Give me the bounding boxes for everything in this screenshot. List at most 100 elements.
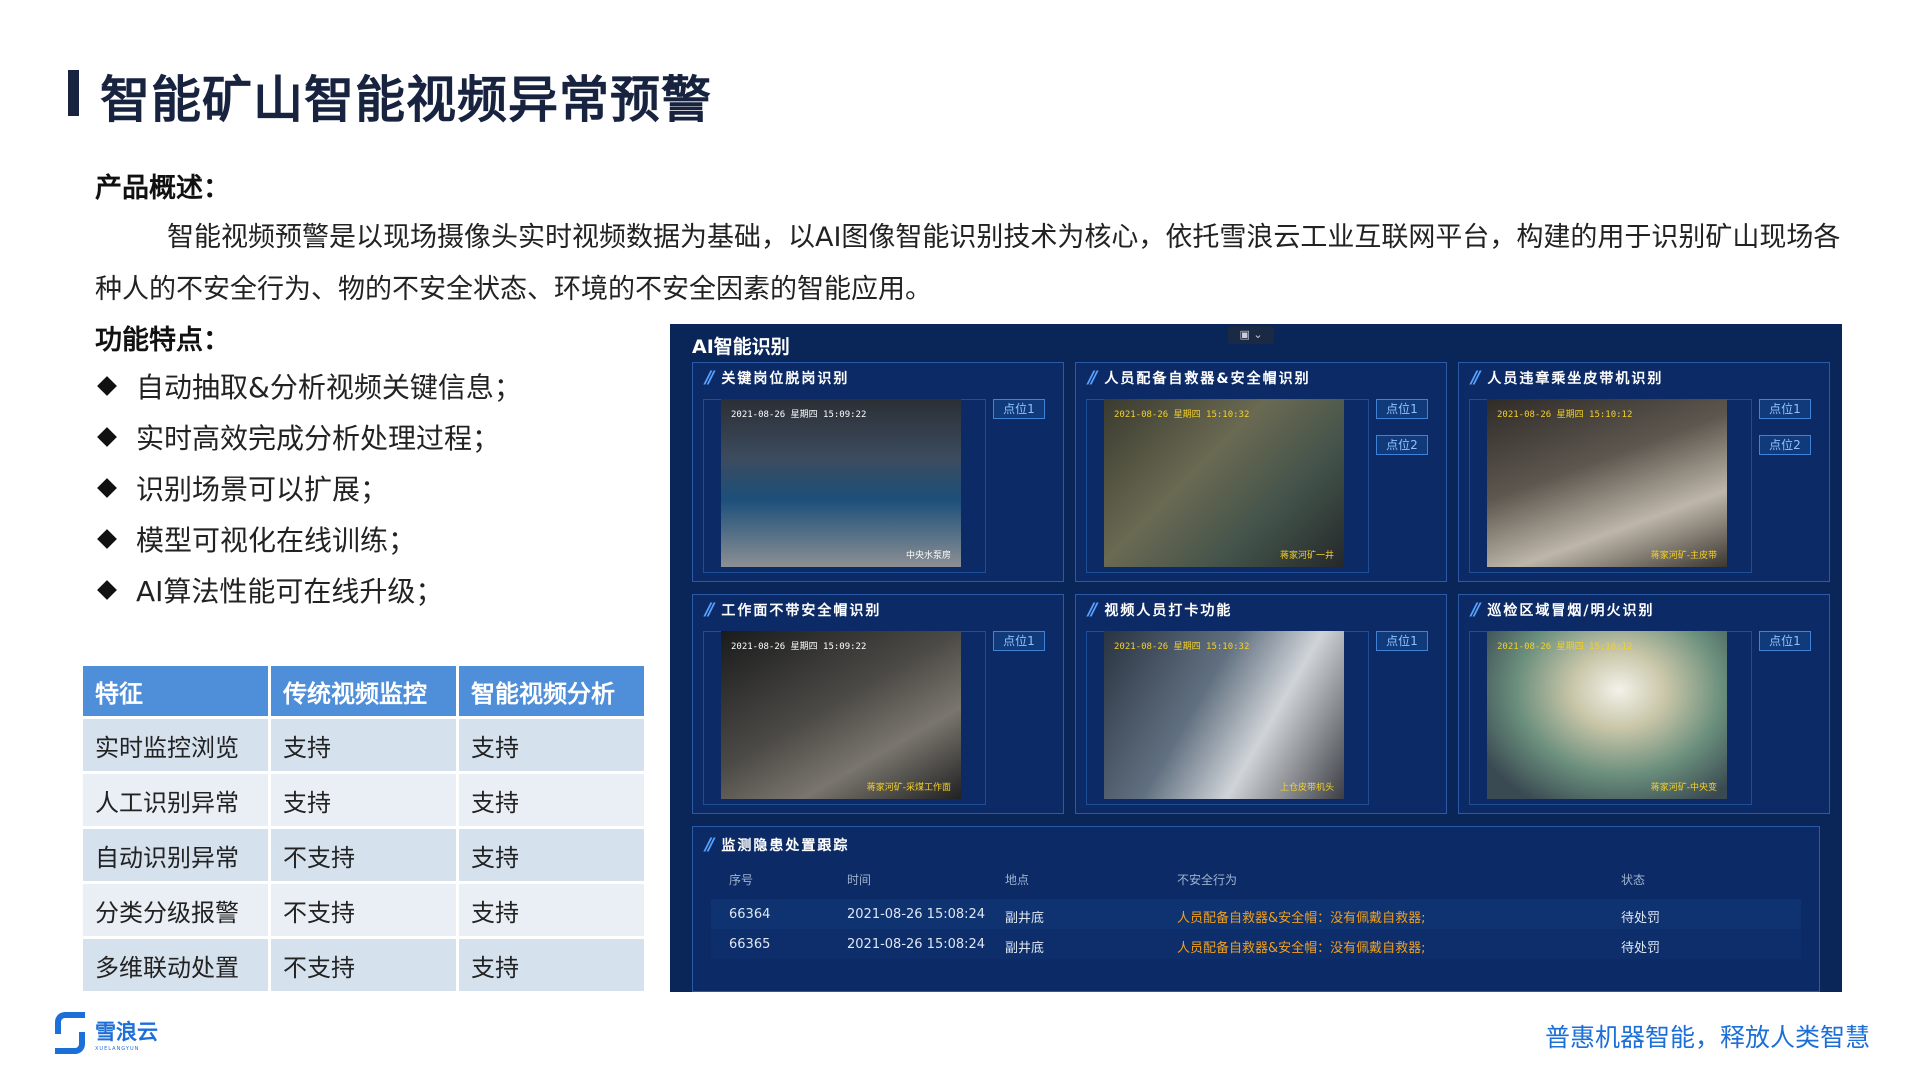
window-control-icon[interactable]: ▣ ⌄ bbox=[1228, 326, 1274, 344]
panel-title: 人员配备自救器&安全帽识别 bbox=[1104, 371, 1311, 387]
table-header-cell: 传统视频监控 bbox=[271, 666, 456, 716]
table-cell: 不支持 bbox=[271, 939, 456, 991]
feature-item: 识别场景可以扩展； bbox=[95, 462, 522, 513]
footer-slogan: 普惠机器智能，释放人类智慧 bbox=[1544, 1023, 1870, 1052]
camera-timestamp: 2021-08-26 星期四 15:10:12 bbox=[1497, 410, 1633, 420]
point-button[interactable]: 点位1 bbox=[1759, 399, 1811, 419]
dashboard-title: AI智能识别 bbox=[692, 336, 790, 358]
tracking-row[interactable]: 66365 2021-08-26 15:08:24 副井底 人员配备自救器&安全… bbox=[711, 929, 1801, 959]
title-accent-bar bbox=[68, 70, 79, 116]
diamond-bullet-icon bbox=[97, 477, 117, 498]
tracking-row[interactable]: 66364 2021-08-26 15:08:24 副井底 人员配备自救器&安全… bbox=[711, 899, 1801, 929]
logo-name: 雪浪云 bbox=[95, 1020, 158, 1044]
point-button[interactable]: 点位1 bbox=[1759, 631, 1811, 651]
row-location: 副井底 bbox=[1005, 941, 1045, 956]
hazard-tracking-panel: // 监测隐患处置跟踪 序号 时间 地点 不安全行为 状态 66364 2021… bbox=[692, 826, 1820, 992]
double-slash-icon: // bbox=[705, 600, 715, 620]
panel-header: // 视频人员打卡功能 bbox=[1076, 595, 1446, 625]
table-cell: 支持 bbox=[459, 884, 644, 936]
double-slash-icon: // bbox=[1471, 600, 1481, 620]
column-header: 序号 bbox=[729, 873, 754, 887]
table-cell: 支持 bbox=[271, 774, 456, 826]
features-heading: 功能特点： bbox=[95, 325, 230, 356]
double-slash-icon: // bbox=[1088, 368, 1098, 388]
overview-paragraph: 智能视频预警是以现场摄像头实时视频数据为基础，以AI图像智能识别技术为核心，依托… bbox=[95, 222, 1841, 305]
page-title: 智能矿山智能视频异常预警 bbox=[100, 71, 712, 129]
camera-panel: // 工作面不带安全帽识别 2021-08-26 星期四 15:09:22 蒋家… bbox=[692, 594, 1064, 814]
camera-timestamp: 2021-08-26 星期四 15:10:12 bbox=[1497, 642, 1633, 652]
row-unsafe-behavior: 人员配备自救器&安全帽：没有佩戴自救器; bbox=[1177, 941, 1426, 956]
diamond-bullet-icon bbox=[97, 375, 117, 396]
point-button[interactable]: 点位2 bbox=[1759, 435, 1811, 455]
panel-header: // 巡检区域冒烟/明火识别 bbox=[1459, 595, 1829, 625]
feature-text: 识别场景可以扩展； bbox=[136, 472, 389, 506]
diamond-bullet-icon bbox=[97, 579, 117, 600]
camera-panel: // 视频人员打卡功能 2021-08-26 星期四 15:10:32 上仓皮带… bbox=[1075, 594, 1447, 814]
point-button[interactable]: 点位2 bbox=[1376, 435, 1428, 455]
feature-text: 实时高效完成分析处理过程； bbox=[136, 421, 501, 455]
table-cell: 多维联动处置 bbox=[83, 939, 268, 991]
row-time: 2021-08-26 15:08:24 bbox=[847, 937, 986, 952]
company-logo: 雪浪云 XUELANGYUN bbox=[53, 1012, 158, 1056]
camera-feed[interactable]: 2021-08-26 星期四 15:10:32 上仓皮带机头 bbox=[1104, 631, 1344, 799]
diamond-bullet-icon bbox=[97, 426, 117, 447]
table-header-row: 特征 传统视频监控 智能视频分析 bbox=[83, 666, 644, 716]
row-unsafe-behavior: 人员配备自救器&安全帽：没有佩戴自救器; bbox=[1177, 911, 1426, 926]
comparison-table: 特征 传统视频监控 智能视频分析 实时监控浏览 支持 支持 人工识别异常 支持 … bbox=[80, 663, 647, 994]
table-row: 自动识别异常 不支持 支持 bbox=[83, 829, 644, 881]
double-slash-icon: // bbox=[1088, 600, 1098, 620]
camera-location: 蒋家河矿一井 bbox=[1279, 551, 1334, 561]
feature-item: 实时高效完成分析处理过程； bbox=[95, 411, 522, 462]
double-slash-icon: // bbox=[705, 835, 715, 855]
camera-feed[interactable]: 2021-08-26 星期四 15:10:12 蒋家河矿-中央变 bbox=[1487, 631, 1727, 799]
table-cell: 支持 bbox=[271, 719, 456, 771]
panel-header: // 监测隐患处置跟踪 bbox=[705, 835, 849, 855]
column-header: 状态 bbox=[1621, 873, 1646, 887]
table-cell: 自动识别异常 bbox=[83, 829, 268, 881]
camera-feed[interactable]: 2021-08-26 星期四 15:10:32 蒋家河矿一井 bbox=[1104, 399, 1344, 567]
point-button[interactable]: 点位1 bbox=[993, 631, 1045, 651]
logo-subtitle: XUELANGYUN bbox=[95, 1046, 140, 1052]
panel-title: 人员违章乘坐皮带机识别 bbox=[1487, 371, 1664, 387]
camera-timestamp: 2021-08-26 星期四 15:10:32 bbox=[1114, 642, 1250, 652]
column-header: 时间 bbox=[847, 873, 872, 887]
camera-feed[interactable]: 2021-08-26 星期四 15:09:22 中央水泵房 bbox=[721, 399, 961, 567]
point-button[interactable]: 点位1 bbox=[1376, 399, 1428, 419]
panel-title: 监测隐患处置跟踪 bbox=[721, 838, 850, 854]
panel-header: // 工作面不带安全帽识别 bbox=[693, 595, 1063, 625]
table-cell: 不支持 bbox=[271, 829, 456, 881]
camera-feed[interactable]: 2021-08-26 星期四 15:09:22 蒋家河矿-采煤工作面 bbox=[721, 631, 961, 799]
camera-location: 蒋家河矿-主皮带 bbox=[1650, 551, 1717, 561]
camera-location: 上仓皮带机头 bbox=[1279, 783, 1334, 793]
camera-location: 蒋家河矿-中央变 bbox=[1650, 783, 1717, 793]
panel-title: 工作面不带安全帽识别 bbox=[721, 603, 882, 619]
double-slash-icon: // bbox=[1471, 368, 1481, 388]
point-button[interactable]: 点位1 bbox=[1376, 631, 1428, 651]
tracking-header-row: 序号 时间 地点 不安全行为 状态 bbox=[711, 863, 1801, 893]
camera-feed[interactable]: 2021-08-26 星期四 15:10:12 蒋家河矿-主皮带 bbox=[1487, 399, 1727, 567]
row-id: 66365 bbox=[729, 937, 771, 952]
table-cell: 人工识别异常 bbox=[83, 774, 268, 826]
panel-header: // 人员违章乘坐皮带机识别 bbox=[1459, 363, 1829, 393]
table-cell: 分类分级报警 bbox=[83, 884, 268, 936]
camera-timestamp: 2021-08-26 星期四 15:09:22 bbox=[731, 642, 867, 652]
table-row: 实时监控浏览 支持 支持 bbox=[83, 719, 644, 771]
camera-timestamp: 2021-08-26 星期四 15:10:32 bbox=[1114, 410, 1250, 420]
table-header-cell: 特征 bbox=[83, 666, 268, 716]
panel-title: 关键岗位脱岗识别 bbox=[721, 371, 850, 387]
panel-title: 巡检区域冒烟/明火识别 bbox=[1487, 603, 1655, 619]
table-cell: 支持 bbox=[459, 774, 644, 826]
camera-timestamp: 2021-08-26 星期四 15:09:22 bbox=[731, 410, 867, 420]
camera-location: 中央水泵房 bbox=[905, 551, 951, 561]
table-cell: 支持 bbox=[459, 829, 644, 881]
row-id: 66364 bbox=[729, 907, 771, 922]
point-button[interactable]: 点位1 bbox=[993, 399, 1045, 419]
panel-header: // 关键岗位脱岗识别 bbox=[693, 363, 1063, 393]
table-cell: 支持 bbox=[459, 719, 644, 771]
column-header: 地点 bbox=[1005, 873, 1030, 887]
camera-panel: // 人员配备自救器&安全帽识别 2021-08-26 星期四 15:10:32… bbox=[1075, 362, 1447, 582]
feature-text: 自动抽取&分析视频关键信息； bbox=[136, 370, 522, 404]
feature-list: 自动抽取&分析视频关键信息； 实时高效完成分析处理过程； 识别场景可以扩展； 模… bbox=[95, 360, 522, 615]
panel-title: 视频人员打卡功能 bbox=[1104, 603, 1233, 619]
overview-heading: 产品概述： bbox=[95, 173, 230, 204]
